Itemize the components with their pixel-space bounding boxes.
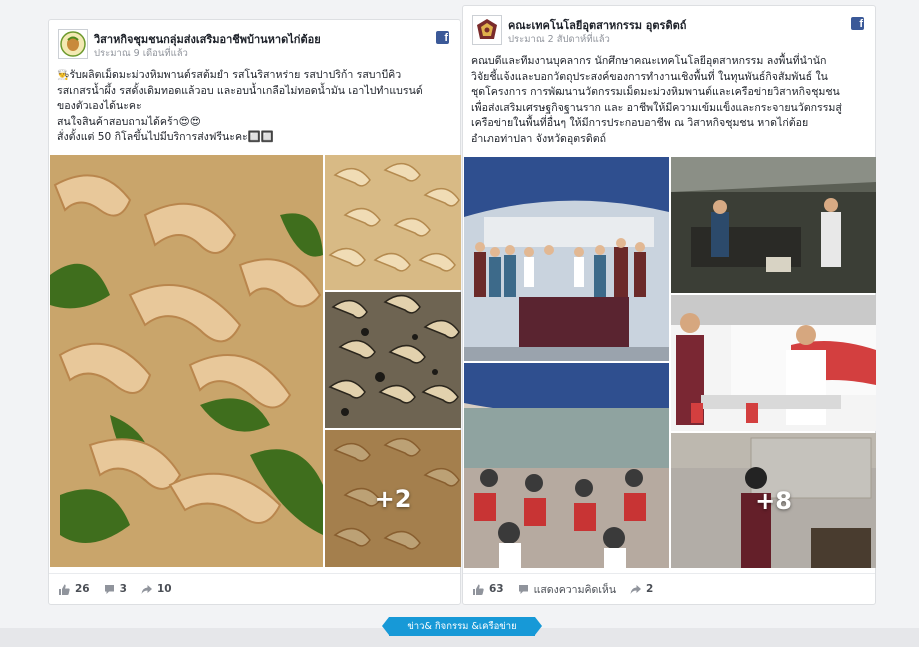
more-photos-count[interactable]: +8 [671,433,876,568]
post-text-line-6: อำเภอท่าปลา จังหวัดอุตรดิตถ์ [471,132,607,145]
page-avatar[interactable] [58,29,88,59]
like-icon [473,584,484,595]
post-text-line-4: สนใจสินค้าสอบถามได้คร้า😍😍 [57,115,201,128]
post-text-line-3: ชุดโครงการ การพัฒนานวัตกรรมเม็ดมะม่วงหิม… [471,86,840,98]
photo-audience[interactable] [464,363,669,568]
emoji-icon: 👨‍🍳 [57,70,70,81]
more-photos-count[interactable]: +2 [325,430,461,567]
post-text-line-5: สั่งตั้งแต่ 50 กิโลขึ้นไปมีบริการส่งฟรีน… [57,131,275,143]
page-avatar[interactable] [472,15,502,45]
post-photo-grid: +2 [50,155,461,567]
share-count[interactable]: 2 [630,583,653,595]
photo-cashew-plain[interactable] [325,155,461,290]
facebook-icon[interactable]: f [851,17,864,30]
section-ribbon-news[interactable]: ข่าว& กิจกรรม &เครือข่าย [382,617,542,636]
photo-cashew-paprika[interactable]: +2 [325,430,461,567]
photo-speaker[interactable]: +8 [671,433,876,568]
photo-cashew-nori[interactable] [325,292,461,428]
share-count[interactable]: 10 [141,583,172,595]
photo-presentation[interactable] [671,295,876,431]
facebook-icon[interactable]: f [436,31,449,44]
post-text-line-2: รสเกสรน้ำผึ้ง รสดั้งเดิมทอดแล้วอบ และอบน… [57,84,423,97]
post-text-line-1: คณบดีและทีมงานบุคลากร นักศึกษาคณะเทคโนโล… [471,55,827,67]
like-count[interactable]: 26 [59,583,90,595]
like-count-value: 26 [75,583,90,595]
comment-action[interactable]: แสดงความคิดเห็น [518,581,616,598]
comment-count-value: 3 [119,583,127,595]
post-text-line-5: เครือข่ายในพื้นที่อื่นๆ ให้มีการประกอบอา… [471,117,809,129]
post-text-line-2: วิจัยชี้แจ้งและบอกวัตถุประสงค์ของการทำงา… [471,70,828,83]
post-card-faculty: คณะเทคโนโลยีอุตสาหกรรม อุตรดิตถ์ ประมาณ … [462,5,876,605]
photo-cashew-tomyum[interactable] [50,155,323,567]
comment-icon [518,584,529,595]
share-count-value: 10 [156,583,172,595]
post-photo-grid: +8 [464,157,876,568]
comment-count[interactable]: 3 [104,583,127,595]
post-card-cashew: วิสาหกิจชุมชนกลุ่มส่งเสริมอาชีพบ้านหาดไก… [48,19,461,605]
like-count-value: 63 [489,583,504,595]
post-text-line: 👨‍🍳รับผลิตเม็ดมะม่วงหิมพานต์รสต้มยำ รสโน… [57,68,452,84]
photo-group-meeting[interactable] [464,157,669,361]
share-count-value: 2 [646,583,654,595]
post-text-line-4: เพื่อส่งเสริมเศรษฐกิจฐานราก และ อาชีพให้… [471,101,842,114]
post-text: 👨‍🍳รับผลิตเม็ดมะม่วงหิมพานต์รสต้มยำ รสโน… [57,68,452,146]
post-footer: 26 3 10 [49,573,460,604]
comment-icon [104,584,115,595]
share-icon [630,584,642,595]
post-header: วิสาหกิจชุมชนกลุ่มส่งเสริมอาชีพบ้านหาดไก… [58,29,451,61]
like-icon [59,584,70,595]
like-count[interactable]: 63 [473,583,504,595]
photo-workshop-visit[interactable] [671,157,876,293]
post-footer: 63 แสดงความคิดเห็น 2 [463,573,875,604]
post-text-line-3: ของตัวเองได้นะคะ [57,100,142,112]
post-timestamp[interactable]: ประมาณ 9 เดือนที่แล้ว [94,46,188,61]
share-icon [141,584,152,595]
comment-action-label: แสดงความคิดเห็น [533,583,617,596]
post-header: คณะเทคโนโลยีอุตสาหกรรม อุตรดิตถ์ ประมาณ … [472,15,866,47]
post-text: คณบดีและทีมงานบุคลากร นักศึกษาคณะเทคโนโล… [471,54,867,147]
post-timestamp[interactable]: ประมาณ 2 สัปดาห์ที่แล้ว [508,32,610,47]
post-text-line-1: รับผลิตเม็ดมะม่วงหิมพานต์รสต้มยำ รสโนริส… [69,69,402,81]
